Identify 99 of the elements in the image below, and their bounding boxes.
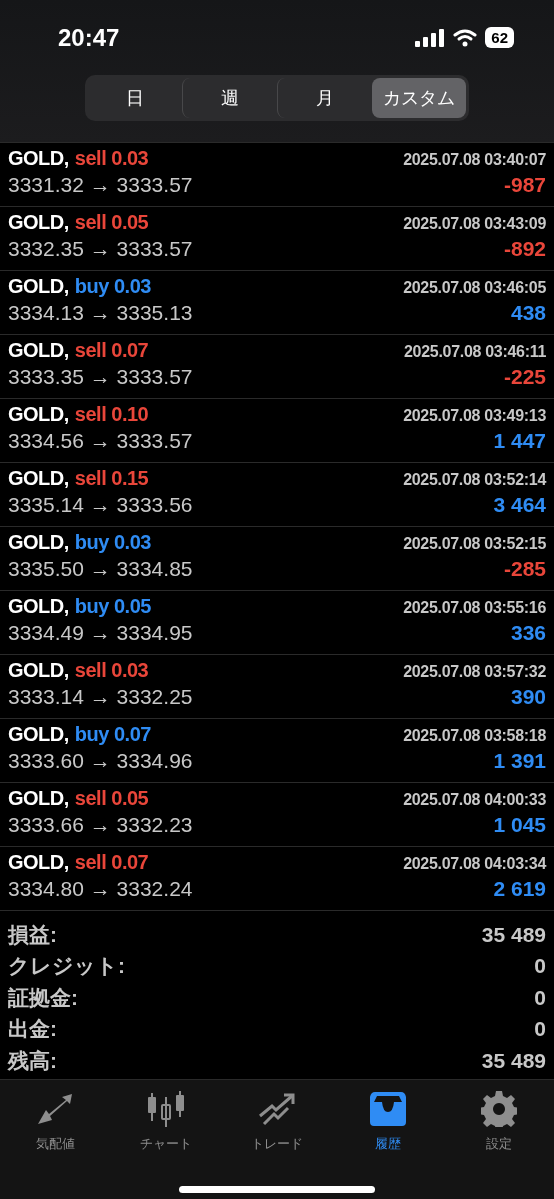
deal-row[interactable]: GOLD, sell 0.07 2025.07.08 04:03:34 3334.80 → 3332.24 2 619 — [0, 847, 554, 911]
deal-profit: 438 — [510, 301, 546, 325]
deal-row[interactable]: GOLD, sell 0.07 2025.07.08 03:46:11 3333.35 → 3333.57 -225 — [0, 335, 554, 399]
deal-time: 2025.07.08 03:52:15 — [403, 535, 546, 553]
deal-profit: 2 619 — [493, 877, 546, 901]
summary-label: 証拠金: — [8, 984, 78, 1011]
tab-bar-item[interactable]: 設定 — [443, 1088, 554, 1154]
summary-value: 0 — [534, 954, 546, 979]
deal-profit: -225 — [503, 365, 546, 389]
deal-volume: buy 0.05 — [74, 595, 151, 617]
deal-row[interactable]: GOLD, buy 0.03 2025.07.08 03:46:05 3334.13 → 3335.13 438 — [0, 271, 554, 335]
deal-prices: 3334.80 → 3332.24 — [8, 877, 193, 901]
diagonal-arrows-icon — [36, 1092, 75, 1126]
deal-volume: sell 0.03 — [74, 147, 149, 169]
candlestick-icon — [147, 1091, 186, 1127]
deal-symbol: GOLD, sell 0.15 — [8, 467, 149, 490]
summary-label: 損益: — [8, 921, 57, 948]
deal-symbol: GOLD, sell 0.03 — [8, 659, 149, 682]
clock: 20:47 — [58, 23, 120, 52]
deal-time: 2025.07.08 03:46:11 — [404, 343, 546, 361]
deal-row[interactable]: GOLD, sell 0.03 2025.07.08 03:40:07 3331.32 → 3333.57 -987 — [0, 143, 554, 207]
deal-time: 2025.07.08 03:46:05 — [403, 279, 546, 297]
deal-profit: -987 — [503, 173, 546, 197]
deal-volume: sell 0.10 — [74, 403, 149, 425]
period-tab[interactable]: カスタム — [372, 78, 466, 118]
deal-profit: -892 — [503, 237, 546, 261]
deal-prices: 3333.60 → 3334.96 — [8, 749, 193, 773]
deal-profit: 1 391 — [493, 749, 546, 773]
period-tab[interactable]: 週 — [182, 78, 277, 118]
deal-volume: buy 0.07 — [74, 723, 151, 745]
deal-volume: sell 0.07 — [74, 851, 149, 873]
deal-time: 2025.07.08 03:55:16 — [403, 599, 546, 617]
tab-bar-item[interactable]: チャート — [110, 1088, 222, 1154]
deal-symbol: GOLD, sell 0.05 — [8, 787, 149, 810]
deal-prices: 3334.49 → 3334.95 — [8, 621, 193, 645]
deal-profit: 3 464 — [493, 493, 546, 517]
deal-row[interactable]: GOLD, sell 0.05 2025.07.08 04:00:33 3333.66 → 3332.23 1 045 — [0, 783, 554, 847]
deal-prices: 3333.66 → 3332.23 — [8, 813, 193, 837]
battery-level: 62 — [485, 27, 514, 48]
deal-prices: 3335.50 → 3334.85 — [8, 557, 193, 581]
deal-time: 2025.07.08 03:43:09 — [403, 215, 546, 233]
deal-row[interactable]: GOLD, sell 0.10 2025.07.08 03:49:13 3334.56 → 3333.57 1 447 — [0, 399, 554, 463]
deal-time: 2025.07.08 03:52:14 — [403, 471, 546, 489]
deal-prices: 3335.14 → 3333.56 — [8, 493, 193, 517]
deal-volume: sell 0.03 — [74, 659, 149, 681]
summary-label: 出金: — [8, 1016, 57, 1043]
summary-label: クレジット: — [8, 953, 125, 980]
deal-symbol: GOLD, buy 0.05 — [8, 595, 151, 618]
deal-prices: 3333.14 → 3332.25 — [8, 685, 193, 709]
deal-row[interactable]: GOLD, sell 0.05 2025.07.08 03:43:09 3332.35 → 3333.57 -892 — [0, 207, 554, 271]
deal-symbol: GOLD, sell 0.03 — [8, 147, 149, 170]
deal-volume: buy 0.03 — [74, 531, 151, 553]
signal-icon — [415, 28, 446, 47]
settings-icon — [480, 1091, 517, 1127]
deal-profit: 1 447 — [493, 429, 546, 453]
deal-prices: 3331.32 → 3333.57 — [8, 173, 193, 197]
wifi-icon — [453, 28, 478, 47]
deal-symbol: GOLD, buy 0.03 — [8, 275, 151, 298]
deal-volume: sell 0.05 — [74, 787, 149, 809]
deal-symbol: GOLD, sell 0.07 — [8, 339, 149, 362]
deal-time: 2025.07.08 04:00:33 — [403, 791, 546, 809]
deal-profit: 390 — [510, 685, 546, 709]
deal-prices: 3333.35 → 3333.57 — [8, 365, 193, 389]
deal-row[interactable]: GOLD, sell 0.15 2025.07.08 03:52:14 3335.14 → 3333.56 3 464 — [0, 463, 554, 527]
deal-symbol: GOLD, buy 0.07 — [8, 723, 151, 746]
deal-symbol: GOLD, sell 0.05 — [8, 211, 149, 234]
tab-bar-item[interactable]: 履歴 — [332, 1088, 444, 1154]
deal-row[interactable]: GOLD, buy 0.07 2025.07.08 03:58:18 3333.60 → 3334.96 1 391 — [0, 719, 554, 783]
deal-symbol: GOLD, sell 0.10 — [8, 403, 149, 426]
deal-profit: 336 — [510, 621, 546, 645]
deal-profit: 1 045 — [493, 813, 546, 837]
deal-time: 2025.07.08 03:58:18 — [403, 727, 546, 745]
deal-prices: 3332.35 → 3333.57 — [8, 237, 193, 261]
summary-value: 35 489 — [481, 1048, 546, 1073]
trend-arrow-icon — [258, 1092, 296, 1126]
deal-time: 2025.07.08 03:57:32 — [403, 663, 546, 681]
deal-volume: sell 0.07 — [74, 339, 149, 361]
deal-symbol: GOLD, buy 0.03 — [8, 531, 151, 554]
inbox-tray-icon — [368, 1092, 407, 1126]
tab-bar-item[interactable]: トレード — [221, 1088, 333, 1154]
deal-volume: sell 0.15 — [74, 467, 149, 489]
summary-value: 35 489 — [481, 922, 546, 947]
deal-time: 2025.07.08 04:03:34 — [403, 855, 546, 873]
tab-bar-item[interactable]: 気配値 — [0, 1088, 111, 1154]
summary-value: 0 — [534, 1017, 546, 1042]
deal-symbol: GOLD, sell 0.07 — [8, 851, 149, 874]
summary-value: 0 — [534, 985, 546, 1010]
deal-time: 2025.07.08 03:49:13 — [403, 407, 546, 425]
summary-label: 残高: — [8, 1047, 57, 1074]
period-tab[interactable]: 日 — [88, 78, 182, 118]
deal-volume: buy 0.03 — [74, 275, 151, 297]
deal-row[interactable]: GOLD, sell 0.03 2025.07.08 03:57:32 3333.14 → 3332.25 390 — [0, 655, 554, 719]
deal-prices: 3334.13 → 3335.13 — [8, 301, 193, 325]
deal-prices: 3334.56 → 3333.57 — [8, 429, 193, 453]
deal-row[interactable]: GOLD, buy 0.03 2025.07.08 03:52:15 3335.50 → 3334.85 -285 — [0, 527, 554, 591]
deal-row[interactable]: GOLD, buy 0.05 2025.07.08 03:55:16 3334.49 → 3334.95 336 — [0, 591, 554, 655]
deal-time: 2025.07.08 03:40:07 — [403, 151, 546, 169]
deal-volume: sell 0.05 — [74, 211, 149, 233]
deal-profit: -285 — [503, 557, 546, 581]
